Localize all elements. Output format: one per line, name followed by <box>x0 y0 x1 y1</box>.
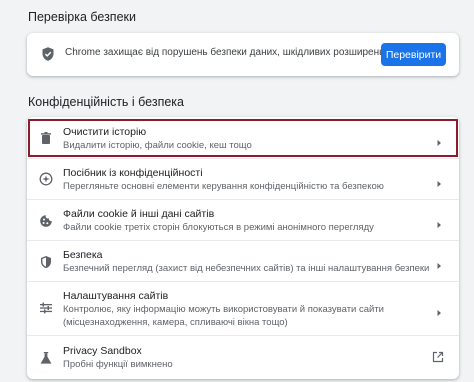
shield-check-icon <box>40 46 56 62</box>
row-divider <box>27 335 459 336</box>
trash-icon <box>39 131 53 145</box>
chevron-right-icon <box>435 175 443 187</box>
safety-check-title: Перевірка безпеки <box>28 10 136 24</box>
sliders-icon <box>39 301 53 315</box>
safety-check-card: Chrome захищає від порушень безпеки дани… <box>27 33 459 76</box>
cookies-subtitle: Файли cookie третіх сторін блокуються в … <box>63 222 374 233</box>
shield-icon <box>39 255 53 269</box>
site-settings-row[interactable]: Налаштування сайтів Контролює, яку інфор… <box>27 281 459 335</box>
row-divider <box>27 240 459 241</box>
security-row[interactable]: Безпека Безпечний перегляд (захист від н… <box>27 240 459 281</box>
privacy-security-title: Конфіденційність і безпека <box>28 95 184 109</box>
safety-check-row: Chrome захищає від порушень безпеки дани… <box>27 33 459 76</box>
security-subtitle: Безпечний перегляд (захист від небезпечн… <box>63 263 430 274</box>
privacy-sandbox-subtitle: Пробні функції вимкнено <box>63 359 173 370</box>
chevron-right-icon <box>435 257 443 269</box>
safety-check-description: Chrome захищає від порушень безпеки дани… <box>65 47 411 58</box>
clear-history-row[interactable]: Очистити історію Видалити історію, файли… <box>27 117 459 158</box>
privacy-guide-row[interactable]: Посібник із конфіденційності Перегляньте… <box>27 158 459 199</box>
row-divider <box>27 158 459 159</box>
cookie-icon <box>39 214 53 228</box>
clear-history-subtitle: Видалити історію, файли cookie, кеш тощо <box>63 140 252 151</box>
site-settings-title: Налаштування сайтів <box>63 290 169 302</box>
settings-page: Перевірка безпеки Chrome захищає від пор… <box>0 0 474 382</box>
row-divider <box>27 199 459 200</box>
chevron-right-icon <box>435 304 443 316</box>
external-link-icon <box>432 350 444 363</box>
site-settings-subtitle-line1: Контролює, яку інформацію можуть викорис… <box>63 304 384 315</box>
clear-history-title: Очистити історію <box>63 126 147 138</box>
privacy-security-card: Очистити історію Видалити історію, файли… <box>27 117 459 379</box>
flask-icon <box>39 351 53 365</box>
chevron-right-icon <box>435 216 443 228</box>
cookies-row[interactable]: Файли cookie й інші дані сайтів Файли co… <box>27 199 459 240</box>
privacy-sandbox-row[interactable]: Privacy Sandbox Пробні функції вимкнено <box>27 335 459 379</box>
row-divider <box>27 281 459 282</box>
privacy-sandbox-title: Privacy Sandbox <box>63 345 142 357</box>
compass-icon <box>39 172 53 186</box>
privacy-guide-title: Посібник із конфіденційності <box>63 167 203 179</box>
cookies-title: Файли cookie й інші дані сайтів <box>63 208 215 220</box>
security-title: Безпека <box>63 249 103 261</box>
check-now-button[interactable]: Перевірити <box>381 43 446 66</box>
privacy-guide-subtitle: Перегляньте основні елементи керування к… <box>63 181 384 192</box>
site-settings-subtitle-line2: (місцезнаходження, камера, спливаючі вік… <box>63 317 288 328</box>
chevron-right-icon <box>435 134 443 146</box>
